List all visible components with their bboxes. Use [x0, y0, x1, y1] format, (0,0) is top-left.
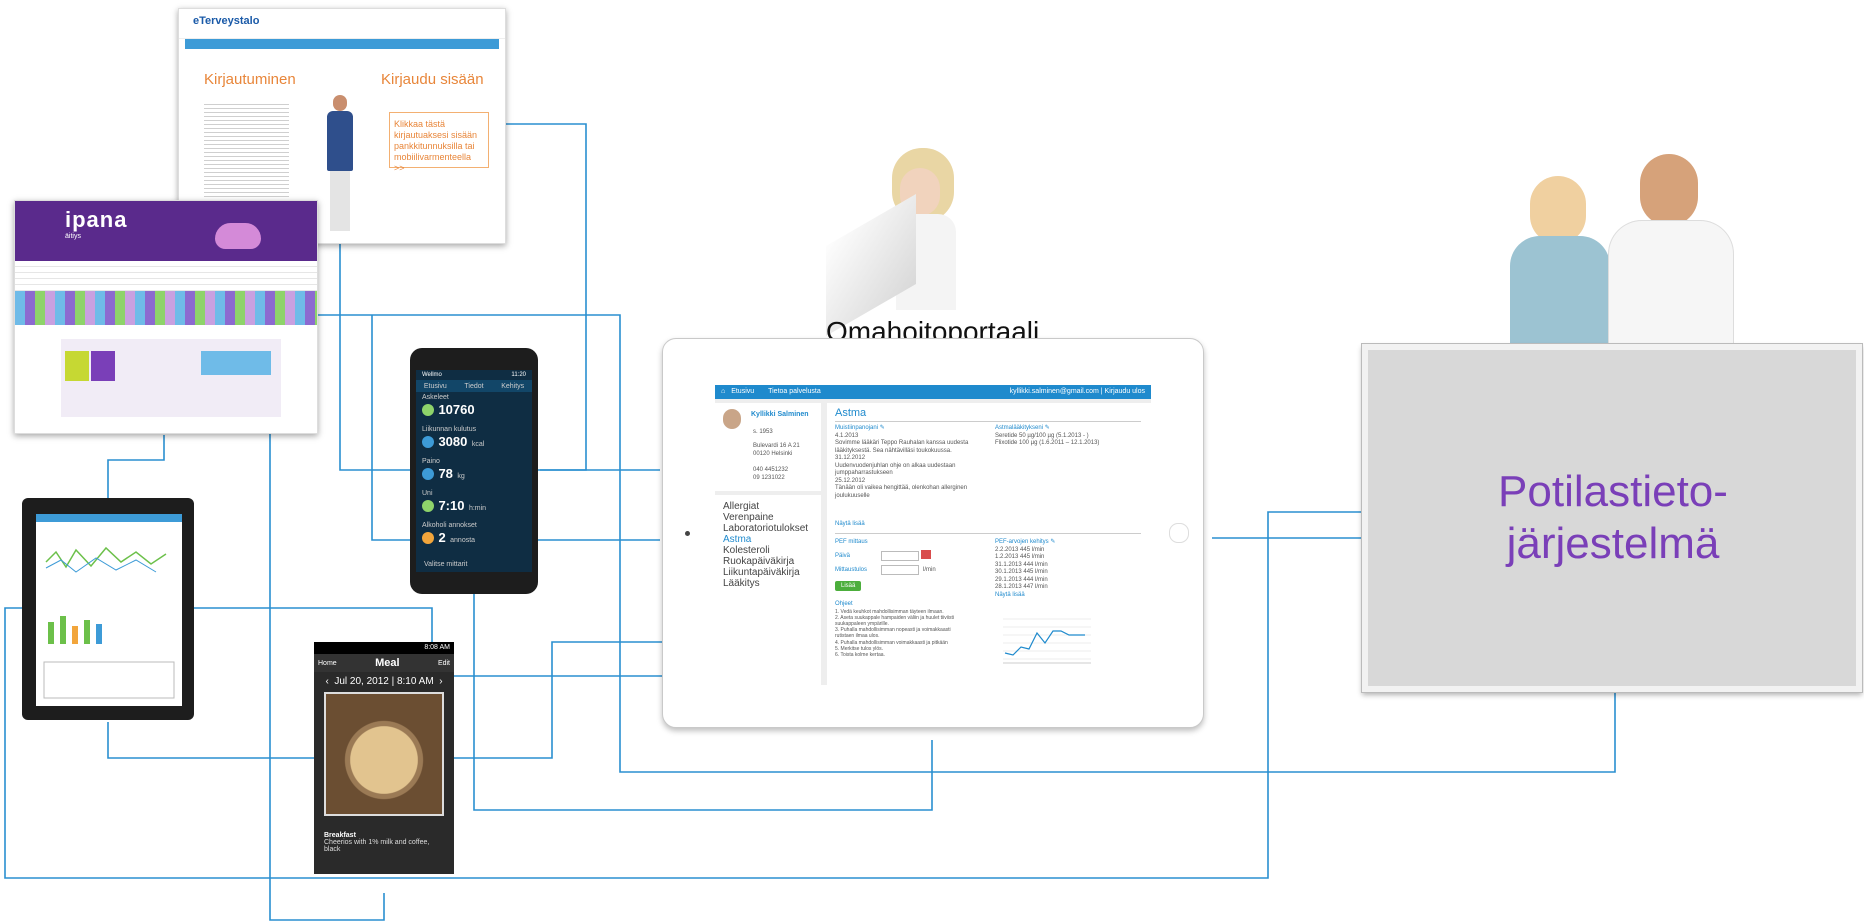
login-link-box[interactable]: Klikkaa tästä kirjautuaksesi sisään pank… [389, 112, 489, 173]
menu-item[interactable]: Allergiat [723, 501, 813, 512]
wellmo-metric[interactable]: Askeleet 10760 [422, 394, 526, 426]
menu-item[interactable]: Kolesteroli [723, 545, 813, 556]
doctors-photo [1490, 146, 1788, 346]
patient-avatar [723, 409, 741, 429]
tablet-device [22, 498, 194, 720]
guide-text: 1. Vedä keuhkot mahdollisimman täyteen i… [835, 608, 954, 658]
menu-item[interactable]: Ruokapäiväkirja [723, 556, 813, 567]
ipana-calendar-strip [15, 291, 317, 325]
wellmo-tab[interactable]: Kehitys [493, 383, 532, 390]
login-right-title: Kirjaudu sisään [381, 71, 484, 88]
patient-address: Bulevardi 16 A 21 00120 Helsinki [753, 443, 800, 457]
ipana-panels [61, 339, 281, 417]
wellmo-screen: Wellmo 11:20 Etusivu Tiedot Kehitys Aske… [416, 370, 532, 572]
meds-title: Astmalääkitykseni ✎ [995, 425, 1050, 431]
page-title: Astma [835, 407, 867, 419]
ipana-intro [15, 261, 317, 291]
connector-line [107, 435, 165, 500]
portal-menu: Allergiat Verenpaine Laboratoriotulokset… [715, 495, 821, 685]
wellmo-metric[interactable]: Paino 78 kg [422, 458, 526, 490]
wellmo-tab[interactable]: Etusivu [416, 383, 455, 390]
pef-history-more-link[interactable]: Näytä lisää [995, 592, 1145, 600]
ipana-sub: äitiys [65, 233, 81, 240]
menu-item-active[interactable]: Astma [723, 534, 813, 545]
connector-line [107, 722, 318, 759]
pef-unit: l/min [923, 567, 936, 573]
wellmo-tab[interactable]: Tiedot [455, 383, 494, 390]
meds-list: Seretide 50 µg/100 µg (5.1.2013 - ) Flixo… [995, 432, 1100, 447]
portal-screen: ⌂ Etusivu Tietoa palvelusta kyllikki.sal… [715, 385, 1151, 685]
wellmo-tabs: Etusivu Tiedot Kehitys [416, 380, 532, 392]
wellmo-phone: Wellmo 11:20 Etusivu Tiedot Kehitys Aske… [410, 348, 538, 594]
nav-home[interactable]: Etusivu [727, 388, 754, 395]
notes-more-link[interactable]: Näytä lisää [835, 521, 865, 529]
pef-add-button[interactable]: Lisää [835, 581, 862, 591]
patient-record-system: Potilastieto-järjestelmä [1362, 344, 1862, 692]
menu-item[interactable]: Verenpaine [723, 512, 813, 523]
pef-history-list: 2.2.2013 445 l/min 1.2.2013 445 l/min 31.1… [995, 546, 1048, 591]
calendar-icon[interactable] [921, 550, 931, 559]
tablet-home-button[interactable] [1169, 523, 1189, 543]
wellmo-time: 11:20 [511, 372, 526, 378]
pef-value-input[interactable] [881, 565, 919, 575]
patient-name: Kyllikki Salminen [751, 411, 809, 418]
pef-history-title: PEF-arvojen kehitys ✎ [995, 539, 1056, 545]
notes-text: 4.1.2013 Sovimme lääkäri Teppo Rauhalan k… [835, 432, 969, 499]
ipana-header: ipana äitiys [15, 201, 317, 261]
system-label: Potilastieto-järjestelmä [1498, 467, 1728, 568]
tablet-charts [43, 546, 175, 699]
nav-services[interactable]: Tietoa palvelusta [756, 388, 821, 395]
nurse-photo [321, 95, 361, 235]
home-icon[interactable]: ⌂ [715, 388, 725, 395]
connector-line [451, 641, 670, 759]
menu-item[interactable]: Lääkitys [723, 578, 813, 589]
pef-title: PEF mittaus [835, 539, 868, 545]
tablet-camera [685, 531, 690, 536]
ipana-logo: ipana [65, 207, 128, 232]
meal-phone: 8:08 AM Home Meal Edit ‹ Jul 20, 2012 | … [314, 642, 454, 874]
wellmo-metric[interactable]: Uni 7:10 h:min [422, 490, 526, 522]
patient-born: s. 1953 [753, 429, 773, 435]
login-page-header: eTerveystalo [179, 9, 505, 39]
portal-nav-bar: ⌂ Etusivu Tietoa palvelusta kyllikki.sal… [715, 385, 1151, 399]
meal-status-bar: 8:08 AM [314, 642, 454, 654]
meal-back-button[interactable]: Home [318, 660, 337, 667]
whale-icon [215, 223, 261, 249]
pef-day-input[interactable] [881, 551, 919, 561]
portal-tablet: ⌂ Etusivu Tietoa palvelusta kyllikki.sal… [662, 338, 1204, 728]
ipana-page-screenshot: ipana äitiys [14, 200, 318, 434]
menu-item[interactable]: Laboratoriotulokset [723, 523, 813, 534]
notes-title: Muistiinpanojani ✎ [835, 425, 885, 431]
guide-title: Ohjeet [835, 601, 853, 607]
meal-photo [324, 692, 444, 816]
meal-date: ‹ Jul 20, 2012 | 8:10 AM › [325, 676, 443, 687]
meal-title: Meal [375, 657, 400, 669]
wellmo-metric[interactable]: Alkoholi annokset 2 annosta [422, 522, 526, 554]
pef-value-label: Mittaustulos [835, 567, 868, 573]
tablet-screen [36, 514, 182, 706]
wellmo-app-name: Wellmo [422, 372, 442, 378]
menu-item[interactable]: Liikuntapäiväkirja [723, 567, 813, 578]
account-links[interactable]: kyllikki.salminen@gmail.com | Kirjaudu u… [1010, 385, 1151, 398]
meal-name: Breakfast [324, 832, 356, 839]
login-left-title: Kirjautuminen [204, 71, 296, 88]
wellmo-footer-button[interactable]: Valitse mittarit [424, 561, 467, 568]
meal-description: Cheerios with 1% milk and coffee, black [324, 839, 430, 853]
patient-card: Kyllikki Salminen s. 1953 Bulevardi 16 A… [715, 403, 821, 491]
login-brand: eTerveystalo [193, 15, 260, 27]
wellmo-metrics: Askeleet 10760 Liikunnan kulutus 3080 kc… [416, 392, 532, 556]
woman-laptop-photo [822, 148, 982, 336]
wellmo-metric[interactable]: Liikunnan kulutus 3080 kcal [422, 426, 526, 458]
patient-phone: 040 4451232 09 1231022 [753, 467, 789, 481]
login-nav-bar [185, 39, 499, 49]
meal-edit-button[interactable]: Edit [438, 660, 450, 667]
pef-day-label: Päivä [835, 553, 851, 559]
portal-main: Astma Muistiinpanojani ✎ 4.1.2013 Sovimme… [827, 403, 1151, 685]
pef-trend-chart [1003, 618, 1091, 664]
